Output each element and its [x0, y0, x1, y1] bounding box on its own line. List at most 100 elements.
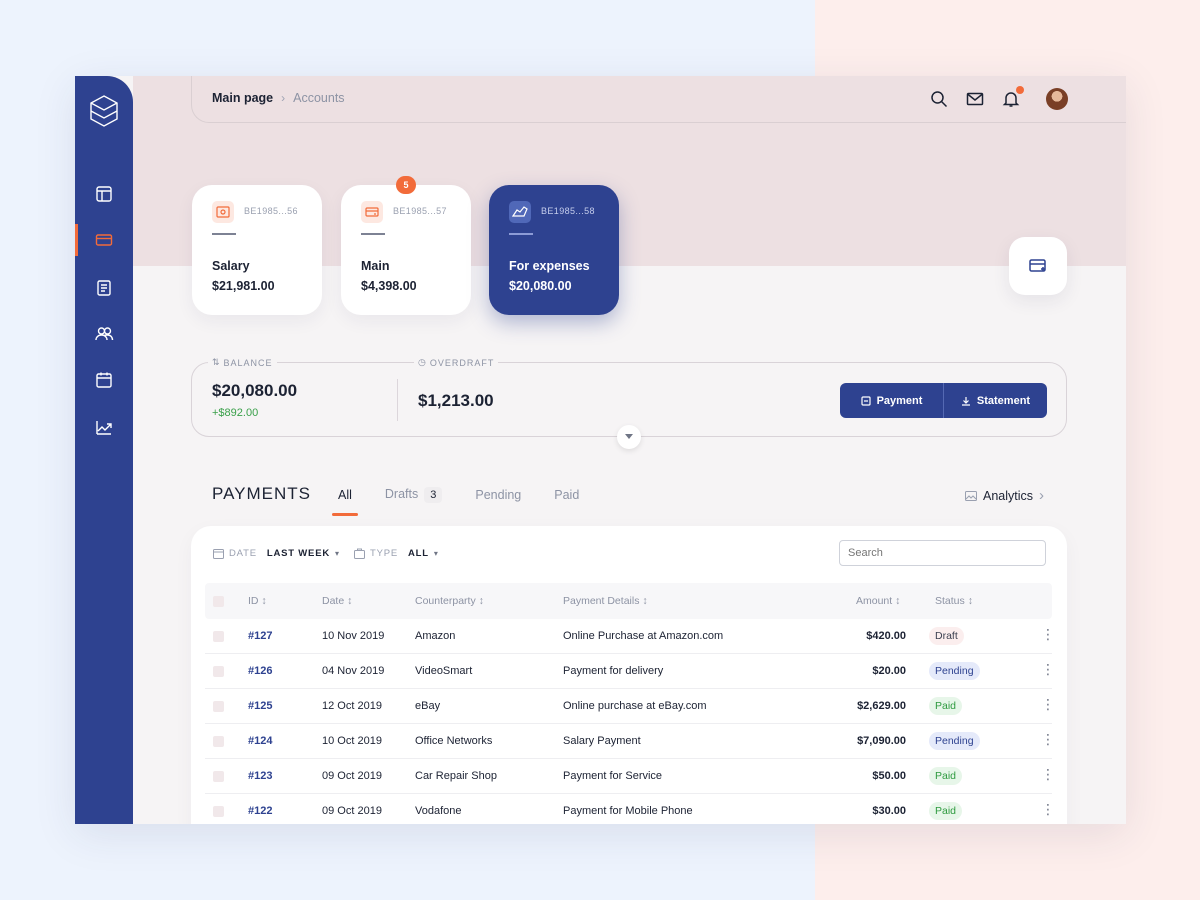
column-label: Status [935, 595, 965, 607]
table-row[interactable]: #127 10 Nov 2019 Amazon Online Purchase … [205, 619, 1055, 654]
more-options-icon[interactable]: ⋮ [1041, 662, 1055, 676]
column-label: Counterparty [415, 595, 476, 607]
chevron-down-icon [625, 434, 633, 439]
account-number: BE1985...57 [393, 206, 447, 216]
sidebar-item-accounts[interactable] [75, 220, 133, 260]
column-label: Payment Details [563, 595, 640, 607]
row-id[interactable]: #122 [248, 805, 272, 817]
column-label: Amount [856, 595, 893, 607]
chevron-right-icon: › [281, 91, 286, 105]
row-checkbox[interactable] [213, 701, 224, 712]
table-row[interactable]: #122 09 Oct 2019 Vodafone Payment for Mo… [205, 794, 1055, 824]
account-name: For expenses [509, 259, 590, 273]
row-details: Payment for delivery [563, 665, 664, 677]
select-all-checkbox[interactable] [213, 596, 224, 607]
more-options-icon[interactable]: ⋮ [1041, 697, 1055, 711]
search-input[interactable] [839, 540, 1046, 566]
clock-icon: ◷ [418, 357, 427, 367]
calendar-icon [96, 372, 112, 388]
table-header: ID ↕ Date ↕ Counterparty ↕ Payment Detai… [205, 583, 1052, 619]
divider [361, 233, 385, 235]
row-counterparty: Car Repair Shop [415, 770, 497, 782]
row-checkbox[interactable] [213, 736, 224, 747]
row-checkbox[interactable] [213, 771, 224, 782]
tab-drafts[interactable]: Drafts 3 [379, 487, 448, 503]
column-status[interactable]: Status ↕ [935, 595, 973, 607]
notifications-button[interactable] [1002, 86, 1024, 108]
analytics-link[interactable]: Analytics › [965, 487, 1044, 504]
row-checkbox[interactable] [213, 666, 224, 677]
column-label: ID [248, 595, 259, 607]
payments-tabs: All Drafts 3 Pending Paid [332, 487, 606, 516]
tab-pending[interactable]: Pending [469, 488, 527, 502]
row-counterparty: Office Networks [415, 735, 493, 747]
account-card-salary[interactable]: BE1985...56 Salary $21,981.00 [192, 185, 322, 315]
sidebar-item-dashboard[interactable] [75, 174, 133, 214]
breadcrumb-accounts: Accounts [293, 91, 345, 105]
row-id[interactable]: #124 [248, 735, 272, 747]
row-id[interactable]: #125 [248, 700, 272, 712]
breadcrumb: Main page › Accounts [212, 91, 345, 105]
analytics-label: Analytics [983, 488, 1034, 503]
status-badge: Pending [929, 662, 980, 680]
add-account-button[interactable] [1009, 237, 1067, 295]
row-date: 04 Nov 2019 [322, 665, 385, 677]
table-row[interactable]: #123 09 Oct 2019 Car Repair Shop Payment… [205, 759, 1055, 794]
row-date: 10 Nov 2019 [322, 630, 385, 642]
top-actions [930, 86, 1068, 110]
column-label: Date [322, 595, 345, 607]
row-id[interactable]: #127 [248, 630, 272, 642]
breadcrumb-main-page[interactable]: Main page [212, 91, 273, 105]
statement-button[interactable]: Statement [943, 383, 1047, 418]
row-checkbox[interactable] [213, 631, 224, 642]
chart-icon [96, 421, 112, 435]
sort-arrows-icon: ⇅ [212, 357, 221, 367]
table-row[interactable]: #125 12 Oct 2019 eBay Online purchase at… [205, 689, 1055, 724]
more-options-icon[interactable]: ⋮ [1041, 732, 1055, 746]
row-details: Payment for Mobile Phone [563, 805, 693, 817]
tab-paid[interactable]: Paid [548, 488, 585, 502]
table-row[interactable]: #124 10 Oct 2019 Office Networks Salary … [205, 724, 1055, 759]
payment-button[interactable]: Payment [840, 383, 943, 418]
expand-balance-button[interactable] [617, 425, 641, 449]
column-payment-details[interactable]: Payment Details ↕ [563, 595, 648, 607]
row-counterparty: eBay [415, 700, 441, 712]
table-row[interactable]: #126 04 Nov 2019 VideoSmart Payment for … [205, 654, 1055, 689]
sidebar-item-calendar[interactable] [75, 360, 133, 400]
notification-dot [1016, 86, 1024, 94]
date-filter[interactable]: DATE LAST WEEK ▾ [213, 548, 340, 559]
row-details: Online purchase at eBay.com [563, 700, 707, 712]
balance-label-text: BALANCE [223, 357, 273, 368]
drafts-count: 3 [424, 487, 443, 503]
divider [509, 233, 533, 235]
column-amount[interactable]: Amount ↕ [856, 595, 900, 607]
sort-icon: ↕ [347, 595, 353, 607]
more-options-icon[interactable]: ⋮ [1041, 767, 1055, 781]
image-icon [965, 490, 977, 501]
row-checkbox[interactable] [213, 806, 224, 817]
type-filter[interactable]: TYPE ALL ▾ [354, 548, 439, 559]
row-date: 09 Oct 2019 [322, 770, 382, 782]
more-options-icon[interactable]: ⋮ [1041, 802, 1055, 816]
column-id[interactable]: ID ↕ [248, 595, 267, 607]
mail-icon[interactable] [966, 90, 984, 108]
search-icon[interactable] [930, 90, 948, 108]
column-date[interactable]: Date ↕ [322, 595, 352, 607]
row-date: 10 Oct 2019 [322, 735, 382, 747]
account-card-main[interactable]: 5 BE1985...57 Main $4,398.00 [341, 176, 471, 315]
top-bar: Main page › Accounts [191, 76, 1126, 123]
sort-icon: ↕ [478, 595, 484, 607]
tab-all[interactable]: All [332, 488, 358, 516]
sidebar-item-users[interactable] [75, 314, 133, 354]
row-id[interactable]: #123 [248, 770, 272, 782]
sidebar-item-analytics[interactable] [75, 407, 133, 447]
row-id[interactable]: #126 [248, 665, 272, 677]
payments-title: PAYMENTS [212, 484, 311, 503]
sidebar-item-documents[interactable] [75, 268, 133, 308]
more-options-icon[interactable]: ⋮ [1041, 627, 1055, 641]
dashboard-icon [96, 186, 112, 202]
column-counterparty[interactable]: Counterparty ↕ [415, 595, 484, 607]
card-icon [361, 201, 383, 223]
avatar[interactable] [1046, 88, 1068, 110]
account-card-expenses[interactable]: BE1985...58 For expenses $20,080.00 [489, 185, 619, 315]
